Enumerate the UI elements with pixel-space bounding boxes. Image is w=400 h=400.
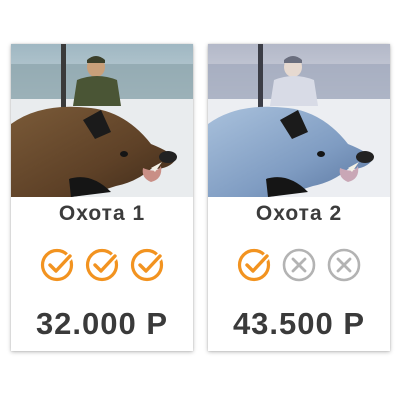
hunt-photo — [208, 44, 390, 197]
hunter-with-boar-image — [208, 44, 390, 197]
hunt-card-1[interactable]: Охота 1 32.000 Р — [11, 44, 193, 351]
check-icon — [129, 247, 165, 283]
card-title: Охота 2 — [255, 202, 343, 225]
card-price: 32.000 Р — [35, 306, 169, 341]
hunt-photo — [11, 44, 193, 197]
hunt-card-2[interactable]: Охота 2 43.500 Р — [208, 44, 390, 351]
card-title: Охота 1 — [58, 202, 146, 225]
hunter-with-boar-image — [11, 44, 193, 197]
feature-icons — [11, 247, 193, 283]
check-icon — [236, 247, 272, 283]
tour-cards-area: Охота 1 32.000 Р Охота 2 43.500 Р — [0, 0, 400, 400]
check-icon — [84, 247, 120, 283]
cross-icon — [281, 247, 317, 283]
cross-icon — [326, 247, 362, 283]
card-price: 43.500 Р — [232, 306, 366, 341]
check-icon — [39, 247, 75, 283]
feature-icons — [208, 247, 390, 283]
